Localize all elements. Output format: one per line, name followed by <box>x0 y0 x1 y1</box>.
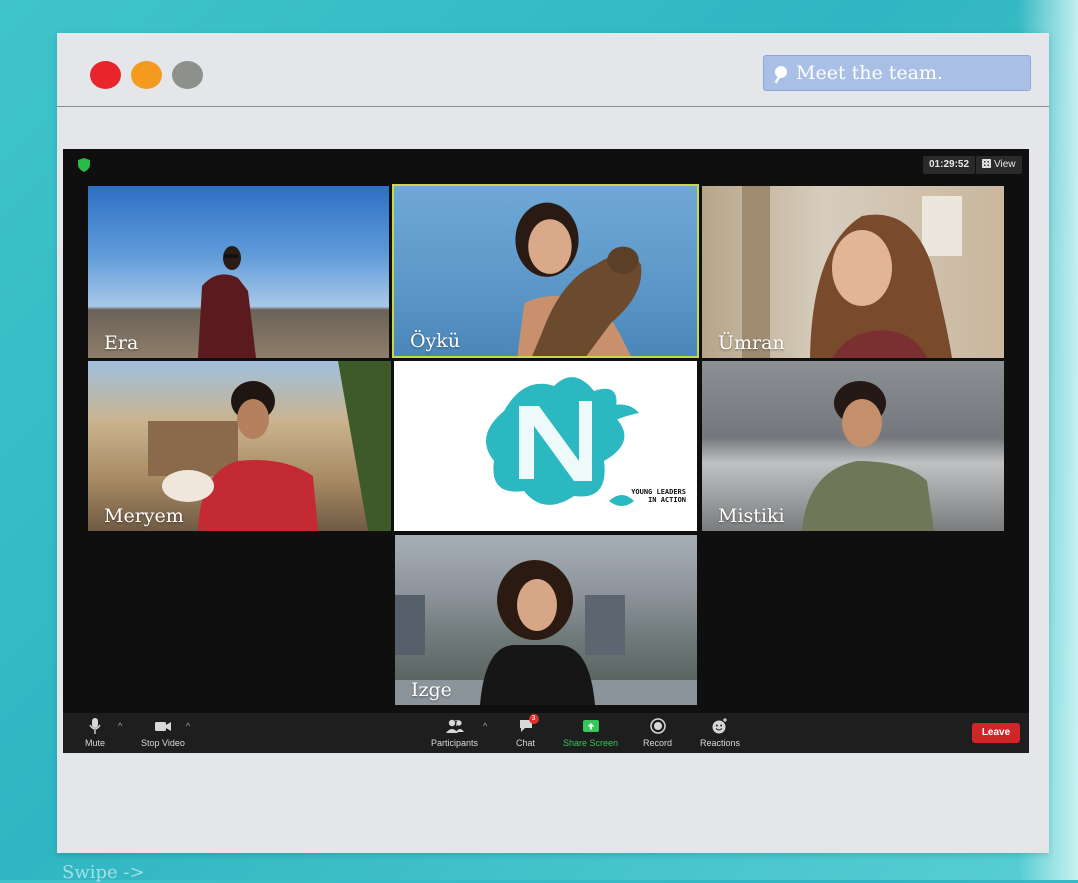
stop-video-button[interactable]: Stop Video <box>141 717 185 748</box>
share-screen-icon <box>582 720 599 732</box>
video-tile-meryem[interactable]: Meryem <box>88 361 391 531</box>
reactions-button[interactable]: Reactions <box>700 717 740 748</box>
video-call-screen: 01:29:52 View Era Öykü Ümran Meryem YOUN… <box>63 149 1029 753</box>
meeting-toolbar: Mute ^ Stop Video ^ 7 Participants ^ 3 C… <box>63 713 1029 753</box>
video-camera-icon <box>154 722 171 731</box>
video-tile-era[interactable]: Era <box>88 186 389 358</box>
participants-options-caret[interactable]: ^ <box>483 721 487 731</box>
shield-icon <box>78 158 90 172</box>
participant-name: Era <box>104 332 139 354</box>
participant-name: Meryem <box>104 505 184 527</box>
video-tile-oyku[interactable]: Öykü <box>392 184 699 358</box>
participants-button[interactable]: 7 Participants <box>431 717 478 748</box>
video-tile-umran[interactable]: Ümran <box>702 186 1004 358</box>
logo-caption: YOUNG LEADERS IN ACTION <box>631 488 686 504</box>
video-options-caret[interactable]: ^ <box>186 721 190 731</box>
video-tile-mistiki[interactable]: Mistiki <box>702 361 1004 531</box>
record-button[interactable]: Record <box>643 717 672 748</box>
title-bar: Meet the team. <box>57 33 1049 107</box>
search-text: Meet the team. <box>796 62 944 84</box>
close-button[interactable] <box>90 61 121 89</box>
meeting-timer: 01:29:52 <box>923 156 976 174</box>
leave-button[interactable]: Leave <box>972 723 1020 743</box>
share-screen-button[interactable]: Share Screen <box>563 717 618 748</box>
participant-count: 7 <box>454 719 459 728</box>
mute-options-caret[interactable]: ^ <box>118 721 122 731</box>
reactions-icon <box>712 718 728 734</box>
participant-name: Mistiki <box>718 505 785 527</box>
participant-name: Öykü <box>410 330 461 352</box>
participant-name: Ümran <box>718 332 785 354</box>
search-bar[interactable]: Meet the team. <box>763 55 1031 91</box>
zoom-button[interactable] <box>172 61 203 89</box>
view-button[interactable]: View <box>976 156 1022 174</box>
search-icon <box>774 66 787 84</box>
chat-badge: 3 <box>528 714 539 724</box>
view-label: View <box>994 159 1016 170</box>
record-icon <box>649 718 666 734</box>
video-tile-izge[interactable]: Izge <box>395 535 697 705</box>
participant-name: Izge <box>411 679 452 701</box>
grid-icon <box>982 159 991 168</box>
young-leaders-logo <box>486 377 639 506</box>
minimize-button[interactable] <box>131 61 162 89</box>
browser-window: Meet the team. 01:29:52 View Era Öykü Üm… <box>57 33 1049 853</box>
microphone-icon <box>89 718 101 734</box>
chat-button[interactable]: 3 Chat <box>516 714 539 748</box>
shared-logo-tile[interactable]: YOUNG LEADERS IN ACTION <box>394 361 697 531</box>
mute-button[interactable]: Mute <box>85 717 105 748</box>
